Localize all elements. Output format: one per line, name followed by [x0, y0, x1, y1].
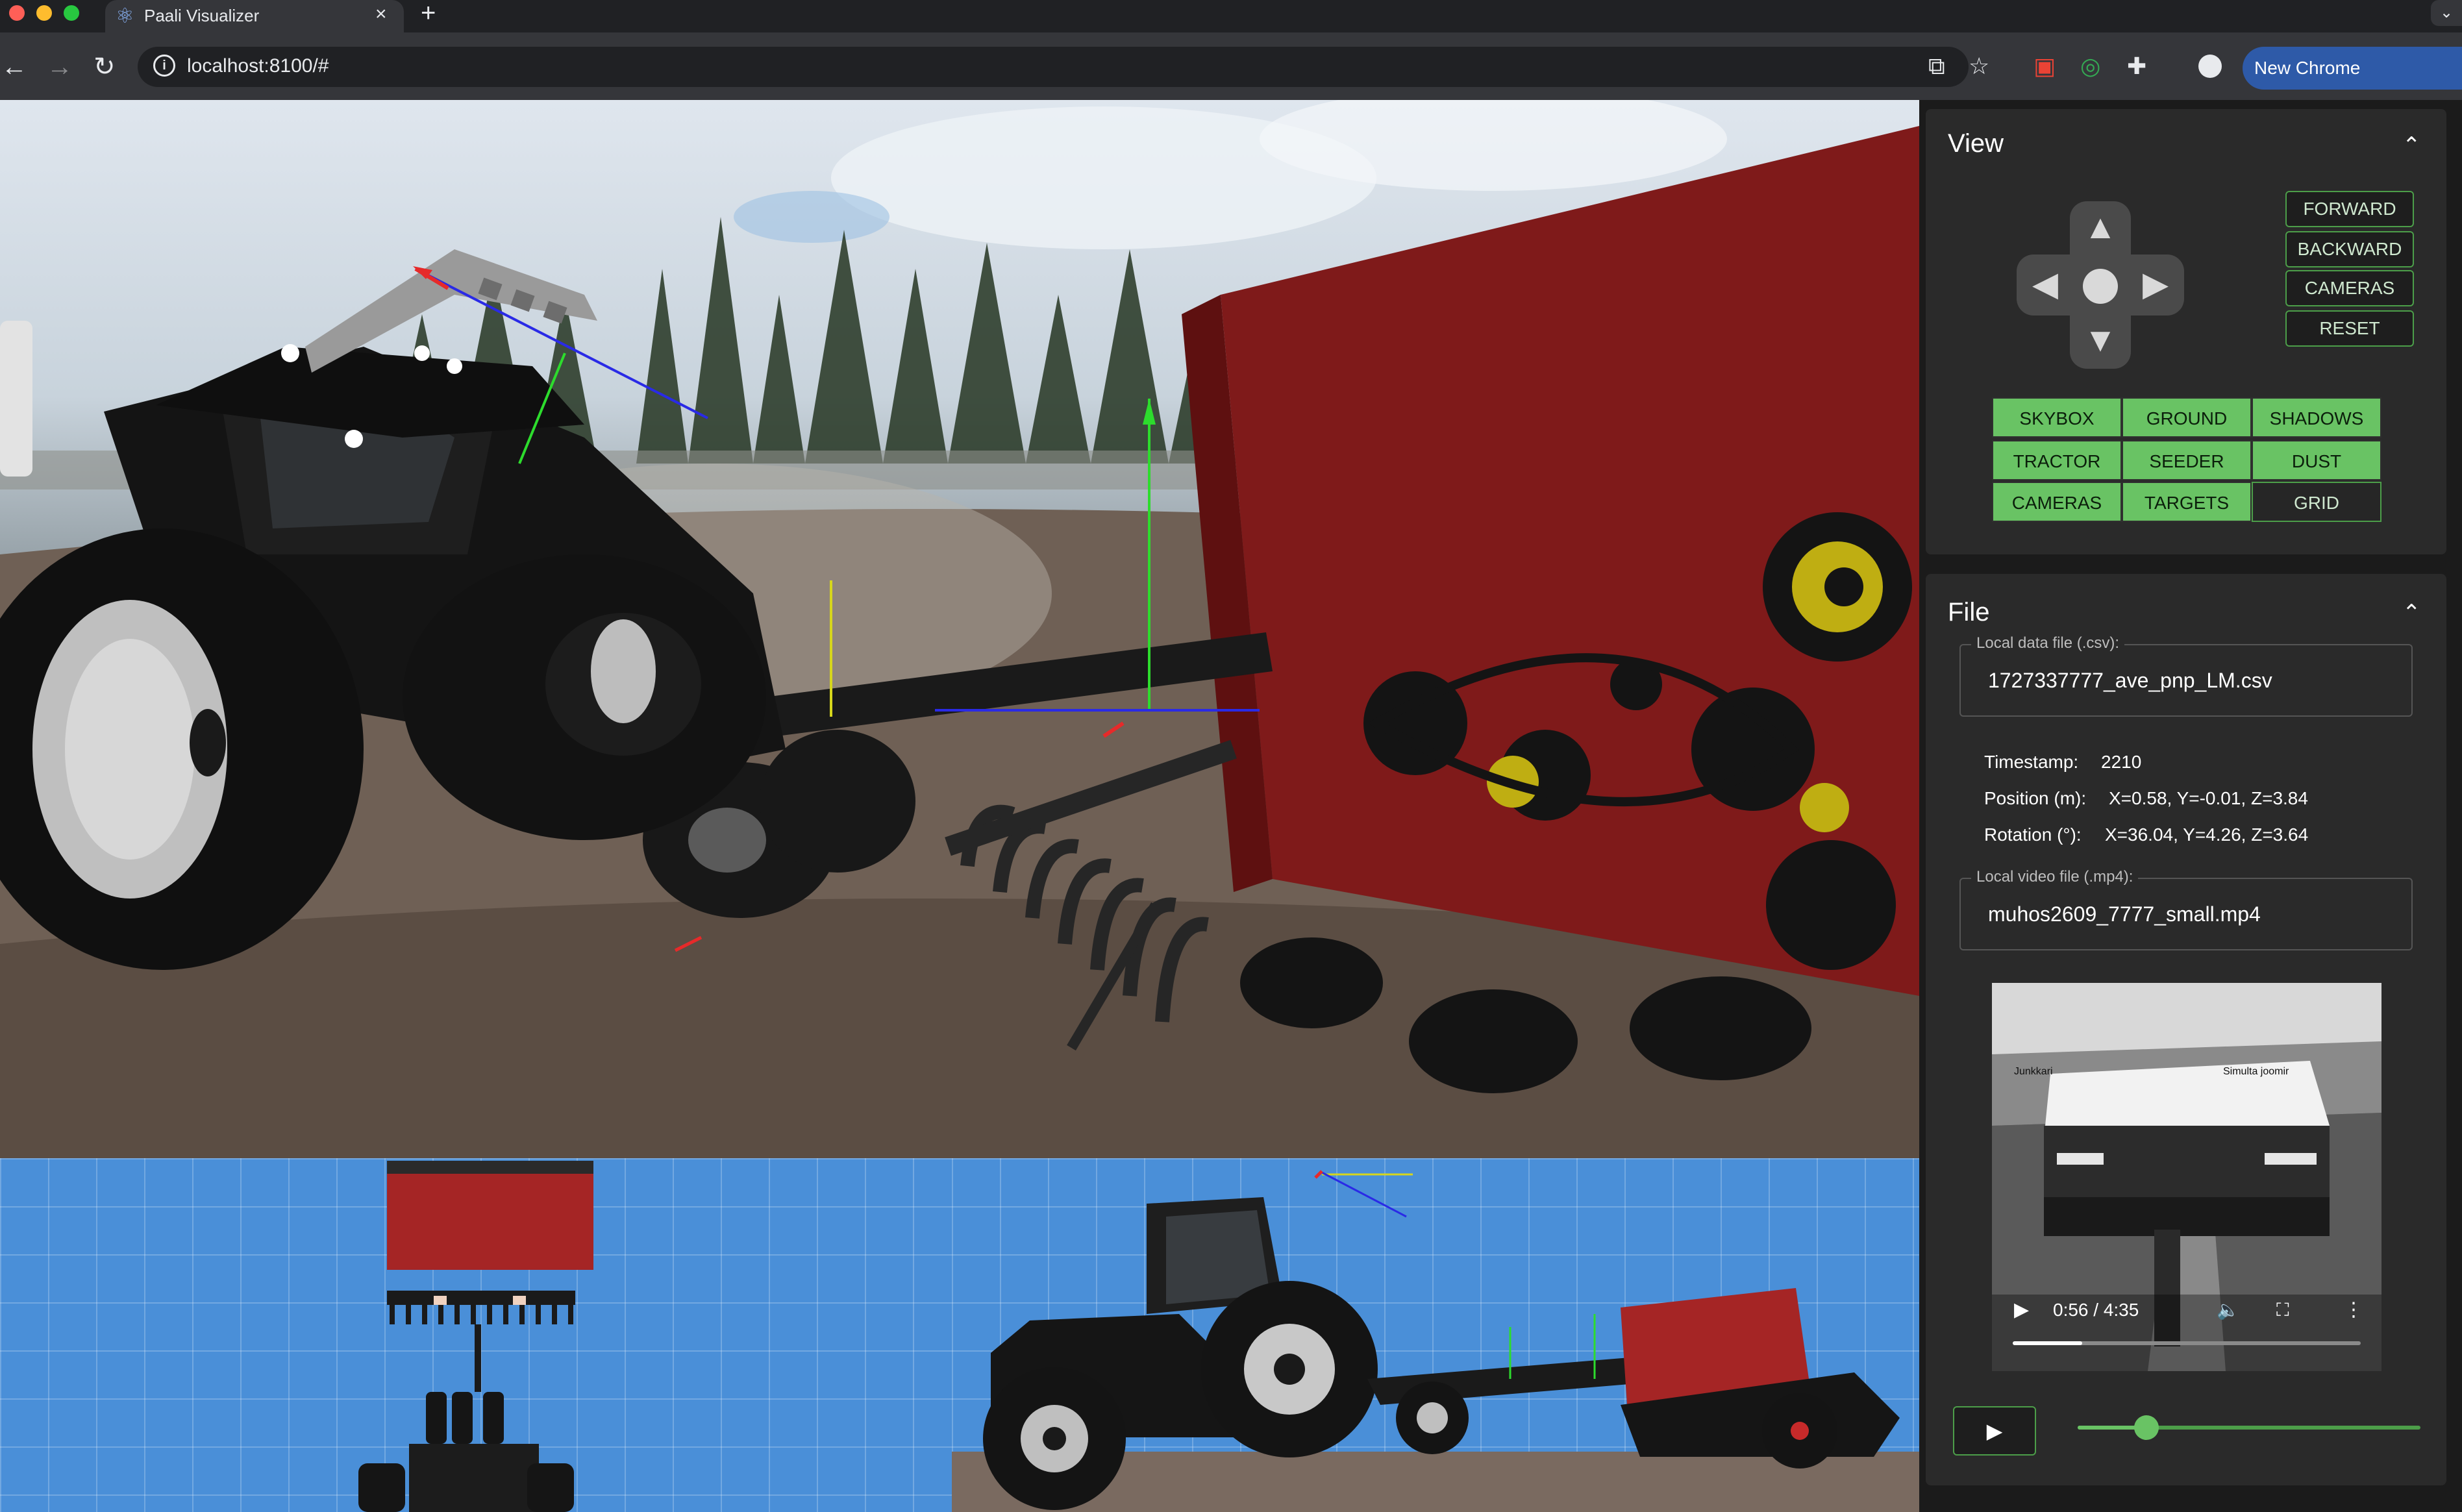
video-file-value[interactable]: muhos2609_7777_small.mp4 — [1988, 901, 2261, 927]
data-file-label: Local data file (.csv): — [1971, 634, 2125, 653]
side-render — [952, 1170, 1919, 1512]
dpad-down-arrow-icon[interactable]: ▼ — [2081, 321, 2120, 360]
side-viewport[interactable] — [952, 1158, 1919, 1512]
position-value: X=0.58, Y=-0.01, Z=3.84 — [2109, 788, 2308, 808]
tab-close-icon[interactable]: × — [375, 3, 387, 26]
video-time: 0:56 / 4:35 — [2053, 1300, 2139, 1320]
backward-button[interactable]: BACKWARD — [2285, 231, 2414, 267]
profile-avatar[interactable] — [2198, 55, 2222, 78]
top-down-viewport[interactable] — [0, 1158, 952, 1512]
dpad-center-button[interactable] — [2083, 269, 2118, 304]
playback-slider-thumb[interactable] — [2134, 1415, 2159, 1440]
toggle-tractor[interactable]: TRACTOR — [1992, 440, 2122, 480]
bookmark-star-icon[interactable]: ☆ — [1969, 52, 1989, 81]
timestamp-value: 2210 — [2101, 752, 2142, 772]
video-left-sign-text: Junkkari — [2014, 1066, 2053, 1077]
install-app-icon[interactable]: ⧉ — [1928, 52, 1945, 81]
rotation-label: Rotation (°): — [1984, 824, 2082, 845]
site-info-icon[interactable]: i — [153, 55, 175, 77]
tab-search-chevron-icon[interactable]: ⌄ — [2431, 0, 2462, 26]
video-file-label: Local video file (.mp4): — [1971, 867, 2139, 887]
reload-icon[interactable]: ↻ — [93, 51, 116, 83]
reset-button[interactable]: RESET — [2285, 310, 2414, 347]
toggle-grid[interactable]: GRID — [2252, 482, 2381, 522]
toggle-seeder[interactable]: SEEDER — [2122, 440, 2252, 480]
toggle-ground[interactable]: GROUND — [2122, 397, 2252, 438]
dpad-left-arrow-icon[interactable]: ◀ — [2026, 265, 2065, 304]
video-progress-fill — [2013, 1341, 2082, 1345]
playback-play-button[interactable]: ▶ — [1953, 1406, 2036, 1456]
react-favicon-icon: ⚛ — [116, 4, 134, 27]
url-text[interactable]: localhost:8100/# — [187, 53, 329, 79]
file-collapse-chevron-icon[interactable]: ⌃ — [2402, 600, 2421, 626]
toggle-targets[interactable]: TARGETS — [2122, 482, 2252, 522]
toggle-skybox[interactable]: SKYBOX — [1992, 397, 2122, 438]
position-label: Position (m): — [1984, 788, 2087, 808]
data-file-value[interactable]: 1727337777_ave_pnp_LM.csv — [1988, 667, 2272, 693]
minimize-window-button[interactable] — [36, 5, 52, 21]
tab-title: Paali Visualizer — [144, 6, 260, 25]
toggle-shadows[interactable]: SHADOWS — [2252, 397, 2381, 438]
extension-green-icon[interactable]: ◎ — [2080, 52, 2100, 81]
video-more-icon[interactable]: ⋮ — [2344, 1297, 2363, 1323]
dpad-right-arrow-icon[interactable]: ▶ — [2136, 265, 2175, 304]
video-frame — [1992, 983, 2381, 1371]
extension-red-icon[interactable]: ▣ — [2033, 52, 2056, 81]
dpad-up-arrow-icon[interactable]: ▲ — [2081, 208, 2120, 247]
view-title: View — [1948, 129, 2004, 158]
maximize-window-button[interactable] — [64, 5, 79, 21]
top-down-render — [358, 1161, 593, 1512]
cameras-view-button[interactable]: CAMERAS — [2285, 270, 2414, 306]
rotation-value: X=36.04, Y=4.26, Z=3.64 — [2105, 824, 2309, 845]
toggle-cameras[interactable]: CAMERAS — [1992, 482, 2122, 522]
video-player[interactable] — [1992, 983, 2381, 1371]
address-bar[interactable] — [138, 47, 1969, 87]
scene-render — [0, 100, 1919, 1158]
forward-arrow-icon[interactable]: → — [47, 51, 73, 83]
toggle-dust[interactable]: DUST — [2252, 440, 2381, 480]
new-chrome-available-button[interactable]: New Chrome available ⋮ — [2243, 47, 2462, 121]
new-tab-icon[interactable]: + — [421, 0, 436, 26]
file-title: File — [1948, 598, 1990, 626]
close-window-button[interactable] — [9, 5, 25, 21]
video-fullscreen-icon[interactable]: ⛶ — [2276, 1297, 2289, 1323]
video-right-sign-text: Simulta joomir — [2223, 1066, 2289, 1077]
extensions-puzzle-icon[interactable]: ✚ — [2127, 52, 2146, 81]
main-3d-viewport[interactable] — [0, 100, 1919, 1158]
timestamp-label: Timestamp: — [1984, 752, 2079, 772]
back-arrow-icon[interactable]: ← — [1, 51, 27, 83]
forward-button[interactable]: FORWARD — [2285, 191, 2414, 227]
view-collapse-chevron-icon[interactable]: ⌃ — [2402, 132, 2421, 158]
video-mute-icon[interactable]: 🔈 — [2217, 1297, 2239, 1323]
video-play-icon[interactable]: ▶ — [2014, 1297, 2029, 1323]
